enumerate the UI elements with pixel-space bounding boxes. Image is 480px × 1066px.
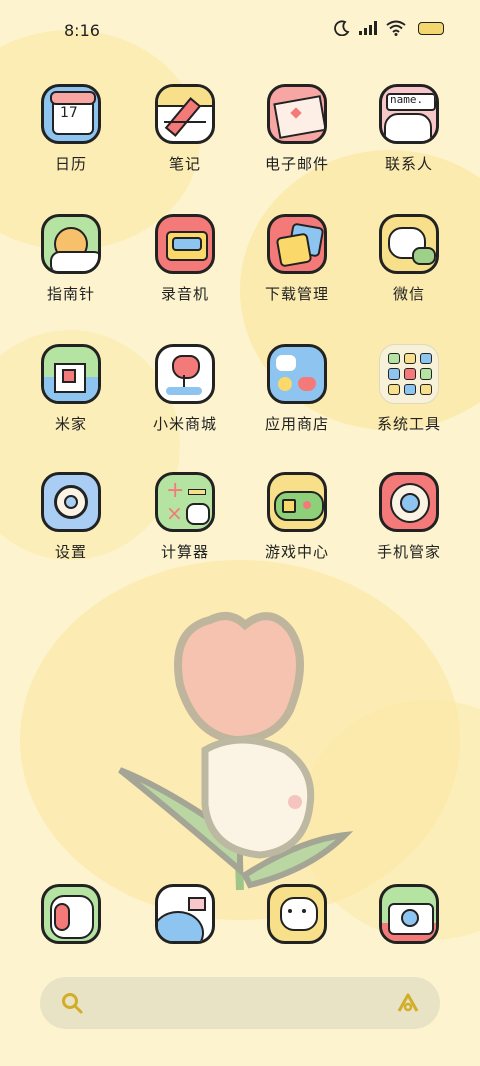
wifi-icon: [386, 20, 406, 36]
app-mi-home[interactable]: 米家: [16, 344, 126, 434]
app-compass[interactable]: 指南针: [16, 214, 126, 304]
app-settings[interactable]: 设置: [16, 472, 126, 562]
download-icon: [267, 214, 327, 274]
signal-icon: [359, 21, 377, 35]
assistant-icon[interactable]: [396, 991, 420, 1015]
app-recorder[interactable]: 录音机: [130, 214, 240, 304]
app-label: 小米商城: [152, 415, 217, 433]
app-label: 应用商店: [264, 415, 329, 433]
search-bar[interactable]: [40, 977, 440, 1029]
app-label: 设置: [54, 543, 87, 561]
gamepad-icon: [267, 472, 327, 532]
dock-camera[interactable]: [354, 884, 464, 944]
calendar-date: 17: [60, 105, 78, 121]
gear-icon: [41, 472, 101, 532]
app-security[interactable]: 手机管家: [354, 472, 464, 562]
app-contacts[interactable]: name. 联系人: [354, 84, 464, 174]
app-chat[interactable]: 微信: [354, 214, 464, 304]
app-mi-store[interactable]: 小米商城: [130, 344, 240, 434]
search-icon: [62, 993, 83, 1014]
dock-browser[interactable]: [130, 884, 240, 944]
shield-icon: [379, 472, 439, 532]
app-label: 手机管家: [376, 543, 441, 561]
calendar-icon: 17: [41, 84, 101, 144]
app-label: 游戏中心: [264, 543, 329, 561]
chat-icon: [379, 214, 439, 274]
compass-icon: [41, 214, 101, 274]
dock-messages[interactable]: [242, 884, 352, 944]
email-icon: [267, 84, 327, 144]
folder-icon: [379, 344, 439, 404]
home-icon: [41, 344, 101, 404]
app-label: 下载管理: [264, 285, 329, 303]
app-system-tools[interactable]: 系统工具: [354, 344, 464, 434]
app-label: 计算器: [160, 543, 209, 561]
app-label: 日历: [54, 155, 87, 173]
store-icon: [267, 344, 327, 404]
app-label: 系统工具: [376, 415, 441, 433]
phone-icon: [41, 884, 101, 944]
calculator-icon: + ×: [155, 472, 215, 532]
contacts-tag: name.: [390, 93, 424, 106]
app-store[interactable]: 应用商店: [242, 344, 352, 434]
dock-phone[interactable]: [16, 884, 126, 944]
cat-icon: [267, 884, 327, 944]
app-label: 联系人: [384, 155, 433, 173]
app-notes[interactable]: 笔记: [130, 84, 240, 174]
app-downloads[interactable]: 下载管理: [242, 214, 352, 304]
recorder-icon: [155, 214, 215, 274]
app-calculator[interactable]: + × 计算器: [130, 472, 240, 562]
moon-icon: [334, 20, 350, 36]
app-email[interactable]: 电子邮件: [242, 84, 352, 174]
clock: 8:16: [64, 21, 100, 40]
app-label: 笔记: [168, 155, 201, 173]
app-game-center[interactable]: 游戏中心: [242, 472, 352, 562]
app-calendar[interactable]: 17 日历: [16, 84, 126, 174]
app-label: 米家: [54, 415, 87, 433]
notes-icon: [155, 84, 215, 144]
battery-icon: [418, 21, 444, 35]
camera-icon: [379, 884, 439, 944]
tulip-cat-illustration: [118, 612, 354, 891]
globe-icon: [155, 884, 215, 944]
contacts-icon: name.: [379, 84, 439, 144]
tulip-icon: [155, 344, 215, 404]
app-label: 录音机: [160, 285, 209, 303]
app-label: 指南针: [46, 285, 95, 303]
app-label: 电子邮件: [264, 155, 329, 173]
status-bar: 8:16: [0, 0, 480, 62]
app-label: 微信: [392, 285, 425, 303]
